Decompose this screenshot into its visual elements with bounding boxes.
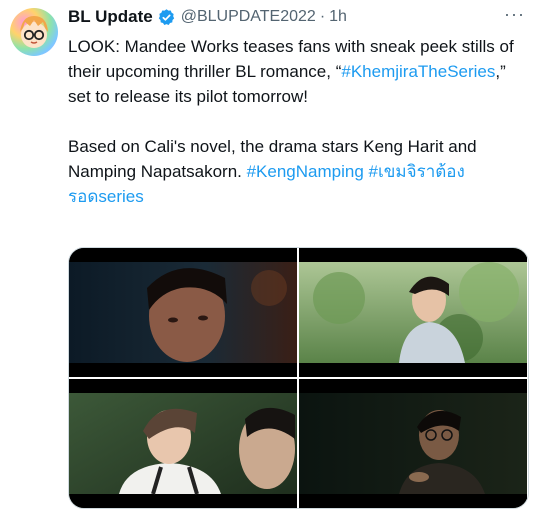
still-image-2 xyxy=(299,248,527,377)
separator-dot: · xyxy=(319,8,326,25)
author-handle[interactable]: @BLUPDATE2022 xyxy=(181,8,316,26)
media-image-2[interactable] xyxy=(299,248,527,377)
more-options-icon[interactable]: ··· xyxy=(504,4,525,25)
hashtag-link[interactable]: #KhemjiraTheSeries xyxy=(341,62,495,81)
media-image-1[interactable] xyxy=(69,248,297,377)
tweet-header: BL Update @BLUPDATE2022 · 1h ··· xyxy=(68,4,529,28)
media-image-3[interactable] xyxy=(69,379,297,508)
timestamp[interactable]: 1h xyxy=(329,8,347,26)
tweet-text: LOOK: Mandee Works teases fans with snea… xyxy=(68,34,530,209)
author-avatar[interactable] xyxy=(10,8,58,56)
still-image-1 xyxy=(69,248,297,377)
tweet-paragraph-2: Based on Cali's novel, the drama stars K… xyxy=(68,134,530,209)
still-image-3 xyxy=(69,379,297,508)
still-image-4 xyxy=(299,379,527,508)
media-grid xyxy=(68,247,529,509)
author-name[interactable]: BL Update xyxy=(68,7,153,27)
hashtag-link[interactable]: #KengNamping xyxy=(247,162,364,181)
verified-badge-icon xyxy=(158,8,174,25)
media-image-4[interactable] xyxy=(299,379,527,508)
tweet-paragraph-1: LOOK: Mandee Works teases fans with snea… xyxy=(68,34,530,109)
